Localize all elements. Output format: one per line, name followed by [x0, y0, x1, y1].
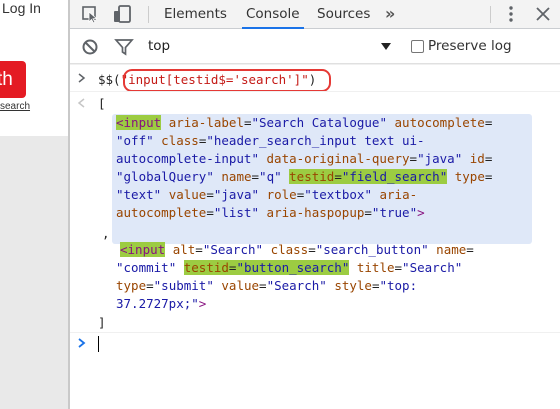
attr-name: id: [469, 151, 485, 166]
node-tag: input: [127, 242, 166, 257]
console-filterbar: top Preserve log: [70, 29, 560, 64]
attr-name: type: [454, 169, 485, 184]
node-line[interactable]: <input aria-label="Search Catalogue" aut…: [116, 114, 492, 132]
attr-name: title: [356, 260, 395, 275]
attr-value: commit: [123, 260, 169, 275]
attr-value: button_search: [243, 260, 342, 275]
kebab-menu-icon[interactable]: [500, 4, 522, 24]
attr-value: search_button: [323, 242, 422, 257]
device-toolbar-icon[interactable]: [111, 4, 133, 24]
attr-name: testid: [289, 169, 335, 184]
devtools-panel: Elements Console Sources » top Preserve …: [70, 0, 560, 409]
command-prefix: $$(: [98, 72, 121, 87]
advanced-search-link[interactable]: search: [0, 101, 30, 112]
attr-value: java: [221, 187, 252, 202]
attr-name: style: [334, 278, 372, 293]
attr-name: type: [116, 278, 147, 293]
attr-value: submit: [161, 278, 207, 293]
node-tag: input: [123, 115, 162, 130]
attr-value: off: [123, 133, 147, 148]
attr-name: name: [436, 242, 467, 257]
node-line[interactable]: "globalQuery" name="q" testid="field_sea…: [116, 168, 492, 186]
node-line[interactable]: autocomplete-input" data-original-query=…: [116, 150, 492, 168]
attr-value: java: [424, 151, 455, 166]
attr-name: class: [161, 133, 199, 148]
attr-value: globalQuery: [123, 169, 207, 184]
node-line[interactable]: "commit" testid="button_search" title="S…: [116, 259, 462, 277]
page-grey-area: [0, 136, 68, 409]
tab-sources[interactable]: Sources: [317, 0, 370, 29]
devtools-tabbar: Elements Console Sources »: [70, 0, 560, 29]
node-line[interactable]: "text" value="java" role="textbox" aria-: [116, 186, 417, 204]
node-line[interactable]: "off" class="header_search_input text ui…: [116, 132, 425, 150]
node-line[interactable]: <input alt="Search" class="search_button…: [120, 241, 474, 259]
attr-name: autocomplete: [394, 115, 485, 130]
attr-value: Search: [409, 260, 455, 275]
inspect-cursor-icon[interactable]: [80, 4, 102, 24]
attr-value: Search: [210, 242, 256, 257]
console-row-divider: [70, 91, 560, 92]
console-output[interactable]: $$("input[testid$='search']") [ <input a…: [70, 64, 560, 409]
tab-elements[interactable]: Elements: [164, 0, 227, 29]
toolbar-separator: [148, 6, 149, 23]
preserve-log-label: Preserve log: [428, 38, 512, 54]
search-button-label: th: [0, 69, 13, 90]
attr-name: value: [168, 187, 207, 202]
search-button[interactable]: th: [0, 61, 26, 98]
dropdown-arrow-icon[interactable]: [378, 38, 400, 58]
node-line[interactable]: type="submit" value="Search" style="top:: [116, 277, 417, 295]
annotation-oval: [123, 69, 331, 92]
prompt-chevron-icon: [76, 71, 88, 85]
attr-value: field_search: [349, 169, 440, 184]
attr-value: true: [379, 205, 410, 220]
page-viewport: Log In th search: [0, 0, 68, 409]
filter-icon[interactable]: [113, 37, 135, 57]
attr-value: text: [123, 187, 154, 202]
attr-name: aria-haspopup: [266, 205, 365, 220]
preserve-log-checkbox[interactable]: [411, 40, 424, 53]
context-selector[interactable]: top: [148, 38, 170, 54]
attr-name: role: [266, 187, 297, 202]
attr-name: data-original-query: [266, 151, 410, 166]
attr-name: aria-label: [168, 115, 244, 130]
input-prompt-icon: [76, 336, 88, 350]
attr-name: alt: [172, 242, 196, 257]
attr-value: q: [266, 169, 275, 184]
node-line[interactable]: autocomplete="list" aria-haspopup="true"…: [116, 204, 425, 222]
tab-console[interactable]: Console: [242, 0, 304, 29]
more-tabs-button[interactable]: »: [385, 0, 395, 29]
attr-value: textbox: [311, 187, 365, 202]
array-comma: ,: [102, 226, 110, 241]
toolbar-separator: [490, 6, 491, 23]
attr-value: list: [221, 205, 252, 220]
attr-name: value: [221, 278, 260, 293]
attr-name: name: [221, 169, 252, 184]
attr-name: class: [270, 242, 309, 257]
array-close-bracket: ]: [98, 315, 106, 330]
clear-console-icon[interactable]: [80, 37, 102, 57]
array-open-bracket: [: [98, 96, 106, 111]
attr-value: Search: [274, 278, 320, 293]
close-icon[interactable]: [532, 4, 554, 24]
node-line[interactable]: 37.2727px;">: [116, 295, 206, 313]
console-row-divider: [70, 332, 560, 333]
attr-value: Search Catalogue: [259, 115, 380, 130]
login-link[interactable]: Log In: [2, 0, 41, 16]
result-arrow-icon: [76, 96, 88, 110]
console-row-divider: [70, 64, 560, 65]
text-cursor: [98, 336, 99, 352]
attr-name: testid: [183, 260, 229, 275]
